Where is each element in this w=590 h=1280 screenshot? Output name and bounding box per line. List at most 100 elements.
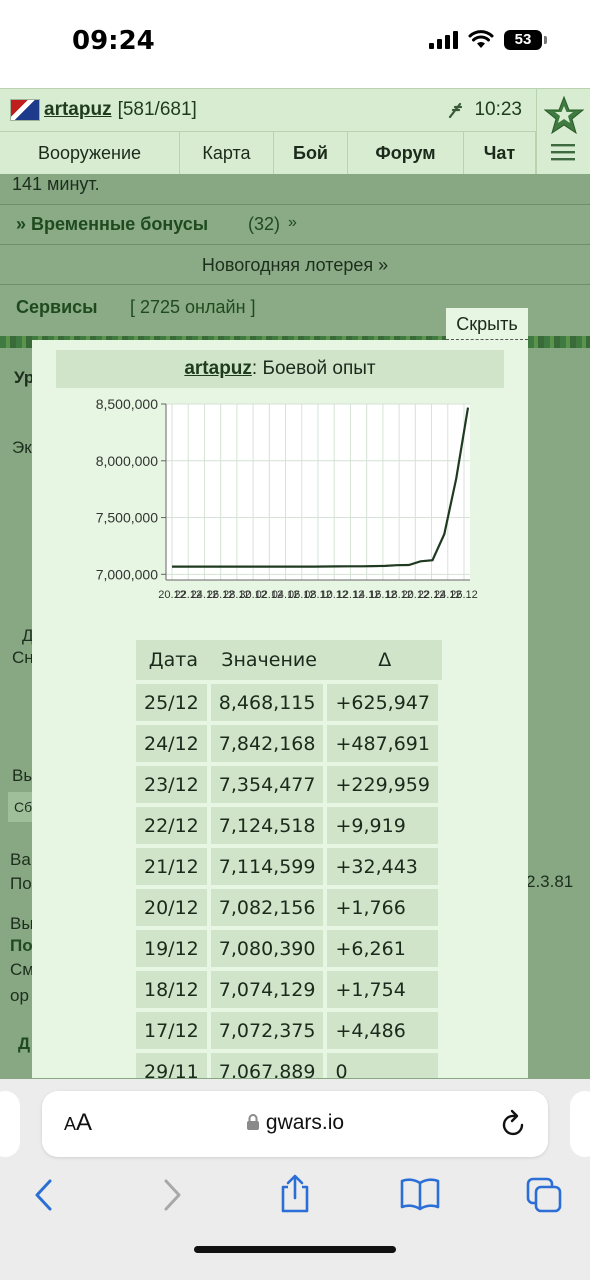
- y-tick-label: 8,500,000: [96, 396, 158, 412]
- row-delta: +32,443: [327, 848, 442, 885]
- bg-text-stub: Эк: [12, 438, 32, 457]
- bookmarks-icon[interactable]: [400, 1177, 440, 1211]
- row-delta: +625,947: [327, 684, 442, 721]
- services-title[interactable]: Сервисы: [16, 297, 98, 318]
- table-row: 18/12 7,074,129 +1,754: [136, 971, 442, 1008]
- bg-text-stub: 2.3.81: [526, 872, 574, 891]
- lottery-row[interactable]: Новогодняя лотерея »: [0, 244, 590, 284]
- browser-toolbar: AA gwars.io: [0, 1079, 590, 1280]
- nav-map[interactable]: Карта: [180, 132, 274, 175]
- row-value: 7,072,375: [210, 1012, 328, 1049]
- nav-forum[interactable]: Форум: [348, 132, 464, 175]
- bg-text-stub: Сн: [12, 648, 34, 667]
- bonuses-row[interactable]: » Временные бонусы (32) »: [0, 204, 590, 244]
- online-count: [ 2725 онлайн ]: [130, 297, 256, 317]
- row-value: 7,124,518: [210, 807, 328, 844]
- row-delta: +9,919: [327, 807, 442, 844]
- row-value: 7,082,156: [210, 889, 328, 926]
- nav-chat[interactable]: Чат: [464, 132, 536, 175]
- chevron-down-icon[interactable]: »: [288, 214, 297, 232]
- table-row: 24/12 7,842,168 +487,691: [136, 725, 442, 762]
- bonuses-title[interactable]: » Временные бонусы: [16, 214, 208, 235]
- experience-table: Дата Значение Δ 25/12 8,468,115 +625,947 24…: [136, 636, 442, 1078]
- minutes-text: 141 минут.: [12, 174, 100, 194]
- experience-popup: artapuz: Боевой опыт 8,500,000 8,000,000 7…: [32, 340, 528, 1078]
- flag-icon: [10, 99, 40, 121]
- row-value: 7,080,390: [210, 930, 328, 967]
- player-name-link[interactable]: artapuz: [44, 99, 112, 121]
- bg-text-stub: Вы: [10, 914, 34, 933]
- back-arrow-icon[interactable]: [30, 1177, 58, 1213]
- row-value: 7,842,168: [210, 725, 328, 762]
- url-text: gwars.io: [265, 1111, 345, 1134]
- table-row: 22/12 7,124,518 +9,919: [136, 807, 442, 844]
- reload-icon[interactable]: [500, 1109, 528, 1139]
- server-time: 10:23: [474, 99, 522, 120]
- bg-text-stub: Ва: [10, 850, 31, 869]
- row-date: 21/12: [136, 848, 211, 885]
- row-date: 19/12: [136, 930, 211, 967]
- bg-text-stub: По: [10, 936, 33, 955]
- previous-tab-edge[interactable]: [0, 1091, 20, 1157]
- row-date: 29/11: [136, 1053, 211, 1078]
- column-header: Δ: [327, 640, 442, 680]
- row-date: 23/12: [136, 766, 211, 803]
- hide-popup-link[interactable]: Скрыть: [446, 308, 528, 340]
- nav-battle[interactable]: Бой: [274, 132, 348, 175]
- bg-text-stub: По: [10, 874, 32, 893]
- row-value: 7,067,889: [210, 1053, 328, 1078]
- safari-nav-toolbar: [0, 1174, 590, 1221]
- nav-armament[interactable]: Вооружение: [0, 132, 180, 175]
- table-row: 19/12 7,080,390 +6,261: [136, 930, 442, 967]
- y-tick-label: 7,500,000: [96, 510, 158, 526]
- player-level: [581/681]: [117, 99, 197, 120]
- cellular-signal-icon: [429, 31, 458, 49]
- battery-icon: 53: [504, 30, 547, 50]
- experience-chart: 8,500,0008,000,0007,500,0007,000,00020.1…: [96, 396, 478, 601]
- status-icons: 53: [429, 30, 547, 50]
- row-delta: +4,486: [327, 1012, 442, 1049]
- url-display[interactable]: gwars.io: [42, 1111, 548, 1135]
- table-row: 20/12 7,082,156 +1,766: [136, 889, 442, 926]
- y-tick-label: 8,000,000: [96, 453, 158, 469]
- table-header-row: Дата Значение Δ: [136, 640, 442, 680]
- row-delta: +1,766: [327, 889, 442, 926]
- forward-arrow-icon[interactable]: [158, 1177, 186, 1213]
- row-value: 7,354,477: [210, 766, 328, 803]
- lottery-link[interactable]: Новогодняя лотерея »: [202, 255, 388, 276]
- bg-button-stub[interactable]: Сб: [8, 792, 34, 822]
- table-row: 25/12 8,468,115 +625,947: [136, 684, 442, 721]
- row-date: 17/12: [136, 1012, 211, 1049]
- row-date: 20/12: [136, 889, 211, 926]
- row-date: 25/12: [136, 684, 211, 721]
- status-bar: 09:24 53: [0, 0, 590, 88]
- bg-text-stub: ор: [10, 986, 29, 1005]
- tabs-icon[interactable]: [526, 1177, 564, 1215]
- column-header: Значение: [210, 640, 328, 680]
- table-row: 21/12 7,114,599 +32,443: [136, 848, 442, 885]
- column-header: Дата: [136, 640, 211, 680]
- popup-player-link[interactable]: artapuz: [184, 358, 252, 379]
- bg-text-stub: См: [10, 960, 34, 979]
- table-row: 17/12 7,072,375 +4,486: [136, 1012, 442, 1049]
- row-delta: +6,261: [327, 930, 442, 967]
- share-icon[interactable]: [278, 1173, 312, 1215]
- star-icon[interactable]: [544, 95, 584, 135]
- address-bar[interactable]: AA gwars.io: [42, 1091, 548, 1157]
- header-clock: 10:23: [448, 99, 522, 121]
- row-delta: +1,754: [327, 971, 442, 1008]
- header-user-row: artapuz [581/681] 10:23: [0, 89, 536, 131]
- x-tick-label: 26.12: [450, 589, 478, 601]
- lock-icon: [246, 1114, 259, 1130]
- menu-box[interactable]: [536, 89, 590, 175]
- row-date: 18/12: [136, 971, 211, 1008]
- row-delta: +229,959: [327, 766, 442, 803]
- next-tab-edge[interactable]: [570, 1091, 590, 1157]
- row-date: 24/12: [136, 725, 211, 762]
- popup-title: artapuz: Боевой опыт: [56, 350, 504, 388]
- row-delta: +487,691: [327, 725, 442, 762]
- hamburger-menu-icon[interactable]: [549, 143, 577, 163]
- row-value: 7,114,599: [210, 848, 328, 885]
- feather-icon: [449, 102, 463, 119]
- popup-title-suffix: : Боевой опыт: [251, 358, 376, 379]
